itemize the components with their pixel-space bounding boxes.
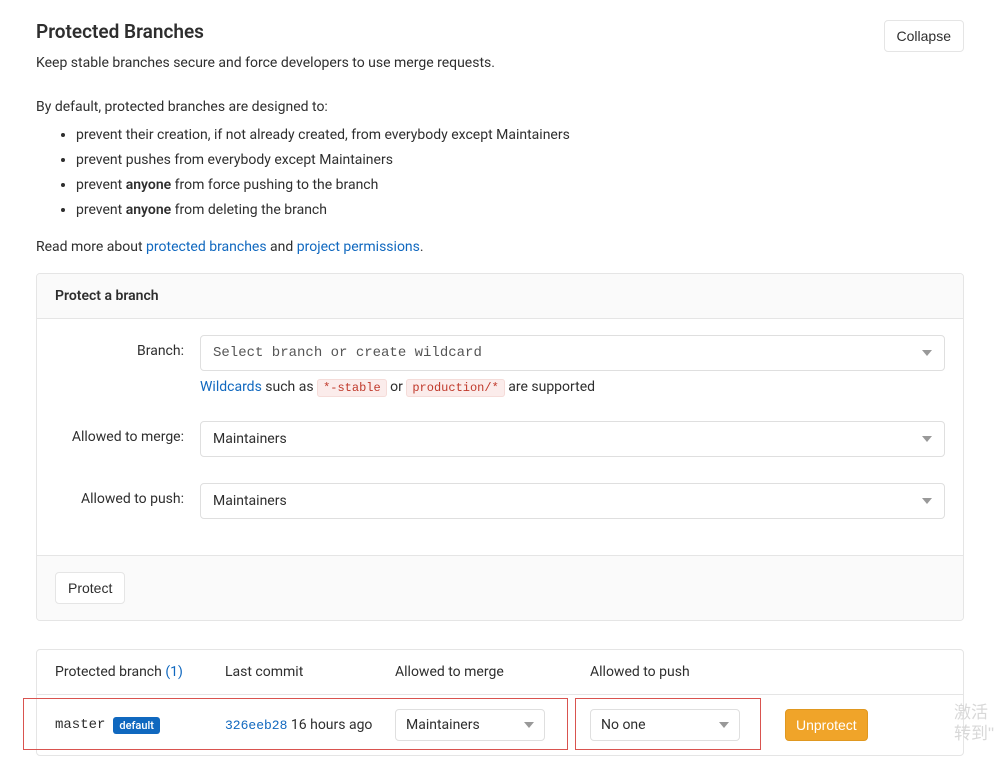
default-badge: default: [113, 717, 160, 734]
chevron-down-icon: [922, 436, 932, 442]
chevron-down-icon: [922, 350, 932, 356]
code-sample: production/*: [406, 379, 504, 397]
wildcards-link[interactable]: Wildcards: [200, 379, 262, 395]
bullet-item: prevent anyone from force pushing to the…: [76, 175, 964, 196]
commit-time: 16 hours ago: [287, 717, 372, 733]
panel-title: Protect a branch: [37, 274, 963, 319]
project-permissions-link[interactable]: project permissions: [297, 239, 420, 255]
collapse-button[interactable]: Collapse: [884, 20, 964, 52]
row-allowed-push-select[interactable]: No one: [590, 709, 740, 741]
row-allowed-push-value: No one: [601, 717, 646, 733]
branch-label: Branch:: [55, 335, 200, 359]
protected-branches-link[interactable]: protected branches: [146, 239, 267, 255]
commit-hash-link[interactable]: 326eeb28: [225, 718, 287, 733]
intro-bullets: prevent their creation, if not already c…: [36, 125, 964, 221]
chevron-down-icon: [719, 722, 729, 728]
col-protected-branch: Protected branch (1): [55, 664, 225, 680]
col-last-commit: Last commit: [225, 664, 395, 680]
table-header-row: Protected branch (1) Last commit Allowed…: [37, 650, 963, 695]
bullet-item: prevent anyone from deleting the branch: [76, 200, 964, 221]
col-allowed-push: Allowed to push: [590, 664, 785, 680]
col-allowed-merge: Allowed to merge: [395, 664, 590, 680]
page-subtitle: Keep stable branches secure and force de…: [36, 55, 495, 71]
branch-name: master: [55, 717, 105, 733]
intro-lead: By default, protected branches are desig…: [36, 99, 964, 115]
allowed-push-value: Maintainers: [213, 493, 287, 509]
branch-select[interactable]: Select branch or create wildcard: [200, 335, 945, 371]
read-more-line: Read more about protected branches and p…: [36, 239, 964, 255]
row-allowed-merge-select[interactable]: Maintainers: [395, 709, 545, 741]
allowed-push-select[interactable]: Maintainers: [200, 483, 945, 519]
protect-button[interactable]: Protect: [55, 572, 125, 604]
last-commit-cell: 326eeb28 16 hours ago: [225, 717, 395, 733]
chevron-down-icon: [922, 498, 932, 504]
wildcard-help: Wildcards such as *-stable or production…: [200, 379, 945, 395]
protected-branches-table: Protected branch (1) Last commit Allowed…: [36, 649, 964, 756]
chevron-down-icon: [524, 722, 534, 728]
unprotect-button[interactable]: Unprotect: [785, 709, 868, 741]
allowed-merge-select[interactable]: Maintainers: [200, 421, 945, 457]
bullet-item: prevent pushes from everybody except Mai…: [76, 150, 964, 171]
table-row: master default 326eeb28 16 hours ago Mai…: [37, 695, 963, 755]
bullet-item: prevent their creation, if not already c…: [76, 125, 964, 146]
protect-branch-panel: Protect a branch Branch: Select branch o…: [36, 273, 964, 621]
allowed-merge-value: Maintainers: [213, 431, 287, 447]
row-allowed-merge-value: Maintainers: [406, 717, 480, 733]
allowed-push-label: Allowed to push:: [55, 483, 200, 507]
page-title: Protected Branches: [36, 20, 495, 43]
code-sample: *-stable: [317, 379, 387, 397]
allowed-merge-label: Allowed to merge:: [55, 421, 200, 445]
branch-select-value: Select branch or create wildcard: [213, 345, 482, 361]
